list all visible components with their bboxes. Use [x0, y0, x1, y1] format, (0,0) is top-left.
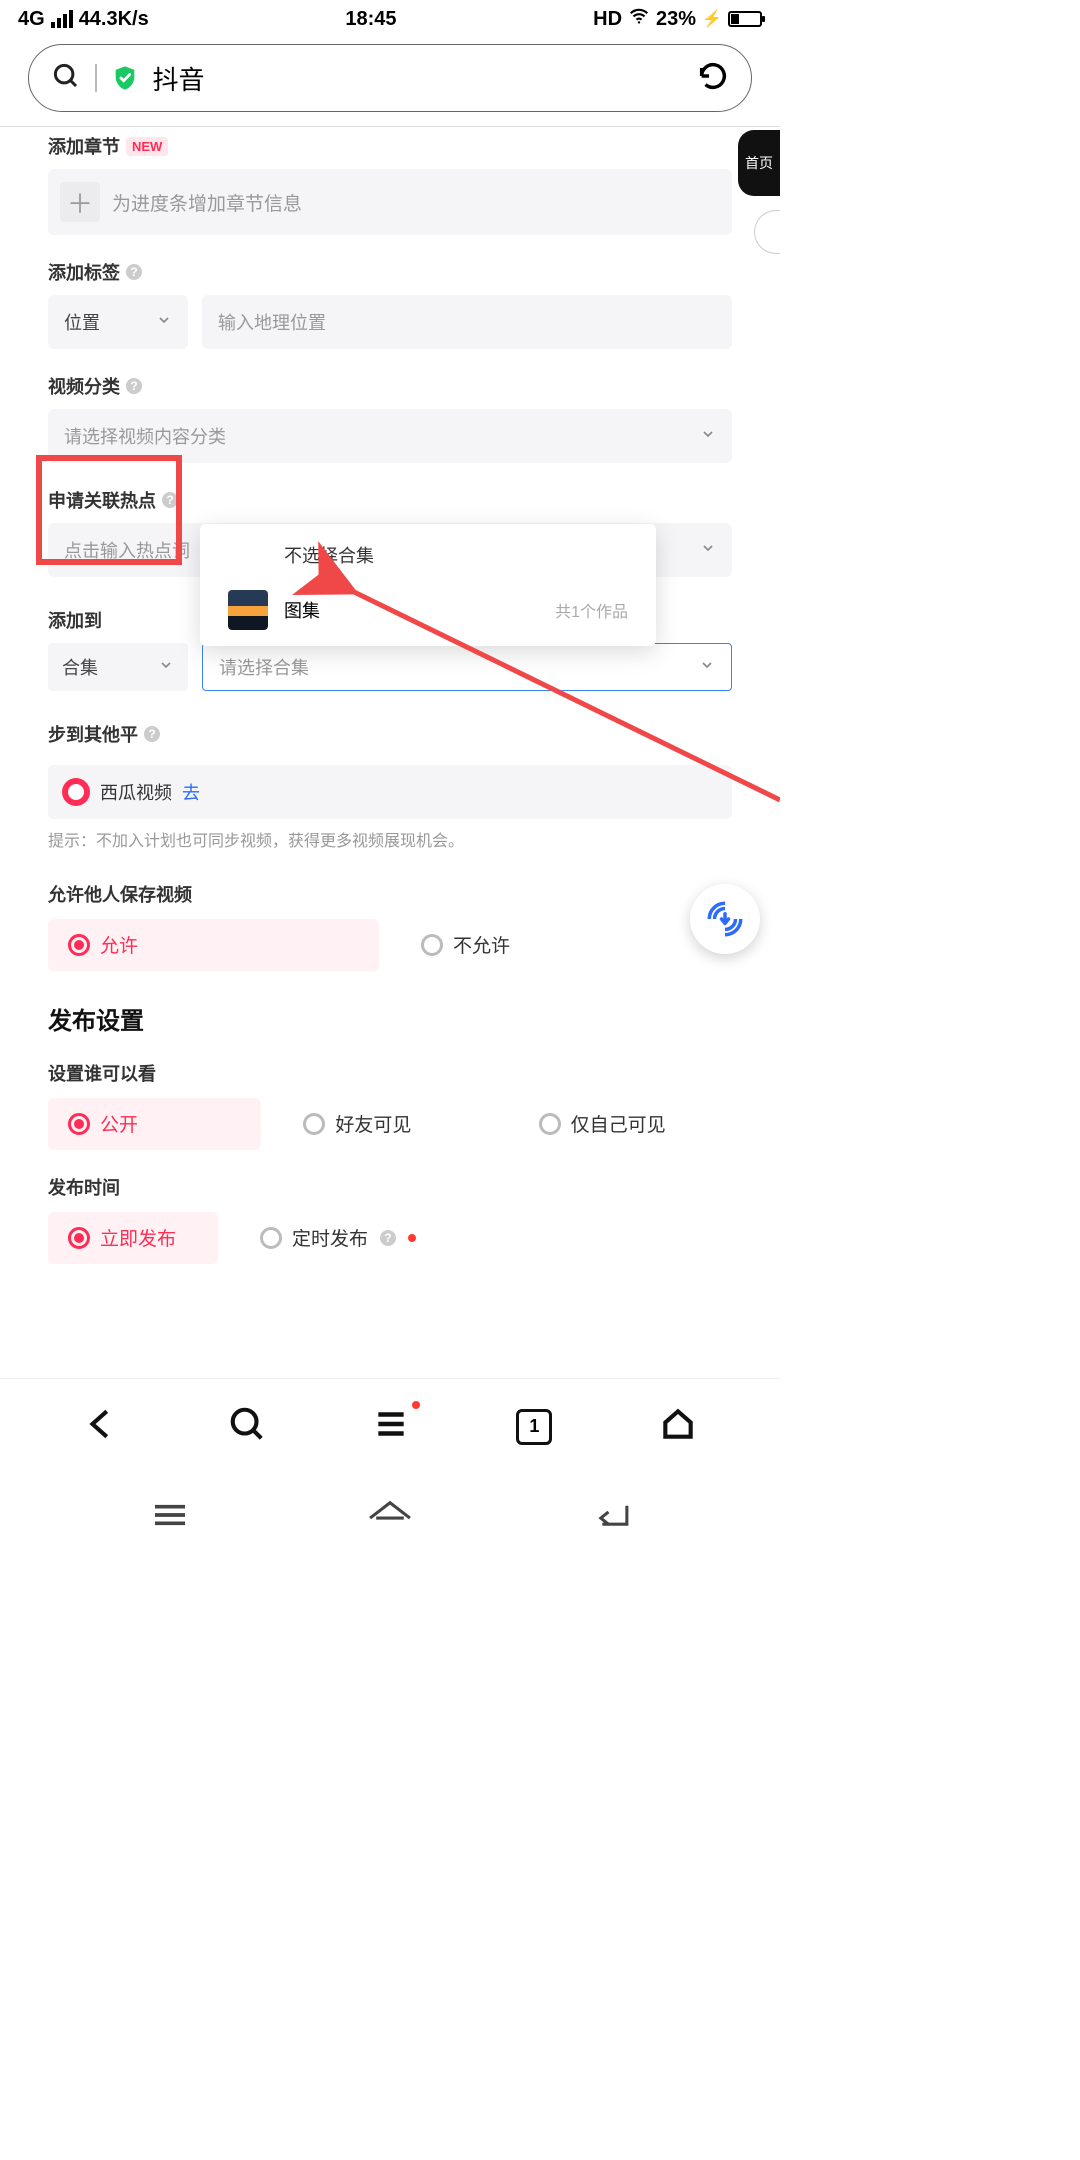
refresh-icon[interactable] [697, 60, 729, 97]
help-icon[interactable]: ? [162, 492, 178, 508]
sync-hint: 提示：不加入计划也可同步视频，获得更多视频展现机会。 [48, 829, 732, 855]
battery-pct: 23% [656, 8, 696, 31]
geo-input[interactable]: 输入地理位置 [202, 295, 732, 349]
search-button[interactable] [228, 1405, 266, 1448]
red-dot-icon [412, 1401, 420, 1409]
publish-now[interactable]: 立即发布 [48, 1212, 218, 1264]
help-icon[interactable]: ? [126, 378, 142, 394]
browser-toolbar: 1 [0, 1378, 780, 1474]
collection-dropdown[interactable]: 不选择合集 图集 共1个作品 [200, 524, 656, 646]
category-label: 视频分类 ? [48, 373, 732, 399]
search-icon [51, 61, 81, 96]
radio-icon [260, 1227, 282, 1249]
divider [95, 64, 97, 92]
new-badge: NEW [126, 137, 168, 156]
system-nav-bar [0, 1474, 780, 1560]
chapter-section-label: 添加章节 NEW [48, 133, 732, 159]
category-select[interactable]: 请选择视频内容分类 [48, 409, 732, 463]
publish-settings-title: 发布设置 [48, 1001, 732, 1036]
xigua-sync-row[interactable]: 西瓜视频 去 [48, 765, 732, 819]
allow-save-option[interactable]: 允许 [48, 919, 379, 971]
chevron-down-icon [700, 540, 716, 561]
chapter-placeholder: 为进度条增加章节信息 [112, 189, 302, 216]
addto-type-select[interactable]: 合集 [48, 643, 188, 691]
xigua-icon [62, 778, 90, 806]
plus-icon: ＋ [60, 182, 100, 222]
floating-cast-button[interactable] [690, 884, 760, 954]
recent-apps-button[interactable] [147, 1495, 193, 1540]
status-bar: 4G 44.3K/s 18:45 HD 23% ⚡ [0, 0, 780, 38]
tabs-button[interactable]: 1 [516, 1409, 552, 1445]
visibility-label: 设置谁可以看 [48, 1060, 732, 1086]
visibility-public[interactable]: 公开 [48, 1098, 261, 1150]
help-icon[interactable]: ? [126, 264, 142, 280]
shield-check-icon [111, 64, 139, 92]
collection-select[interactable]: 请选择合集 [202, 643, 732, 691]
dropdown-collection-item[interactable]: 图集 共1个作品 [200, 580, 656, 640]
hd-label: HD [593, 8, 622, 31]
net-speed: 44.3K/s [79, 8, 149, 31]
help-icon[interactable]: ? [144, 726, 160, 742]
menu-button[interactable] [372, 1405, 410, 1448]
visibility-friends[interactable]: 好友可见 [283, 1098, 496, 1150]
clock: 18:45 [345, 8, 396, 31]
chevron-down-icon [699, 657, 715, 678]
radio-icon [303, 1113, 325, 1135]
back-button[interactable] [83, 1405, 121, 1448]
go-link[interactable]: 去 [182, 779, 200, 805]
network-label: 4G [18, 8, 45, 31]
radio-icon [539, 1113, 561, 1135]
radio-icon [68, 1227, 90, 1249]
red-dot-icon [408, 1234, 416, 1242]
chevron-down-icon [158, 657, 174, 678]
back-system-button[interactable] [587, 1495, 633, 1540]
tag-type-select[interactable]: 位置 [48, 295, 188, 349]
charging-icon: ⚡ [702, 9, 722, 29]
address-bar[interactable]: 抖音 [28, 44, 752, 112]
hotspot-label: 申请关联热点 ? [48, 487, 732, 513]
radio-icon [421, 934, 443, 956]
address-text: 抖音 [153, 60, 205, 97]
wifi-icon [628, 5, 650, 33]
save-label: 允许他人保存视频 [48, 881, 732, 907]
visibility-self[interactable]: 仅自己可见 [519, 1098, 732, 1150]
chevron-down-icon [156, 312, 172, 333]
publish-time-label: 发布时间 [48, 1174, 732, 1200]
tags-label: 添加标签 ? [48, 259, 732, 285]
side-home-button[interactable]: 首页 [738, 130, 780, 196]
header-divider [0, 126, 780, 127]
help-icon[interactable]: ? [380, 1230, 396, 1246]
home-system-button[interactable] [367, 1495, 413, 1540]
radio-icon [68, 1113, 90, 1135]
battery-icon [728, 11, 762, 27]
add-chapter-input[interactable]: ＋ 为进度条增加章节信息 [48, 169, 732, 235]
publish-scheduled[interactable]: 定时发布? [240, 1212, 436, 1264]
deny-save-option[interactable]: 不允许 [401, 919, 732, 971]
dropdown-none-option[interactable]: 不选择合集 [200, 532, 656, 580]
home-button[interactable] [659, 1405, 697, 1448]
chevron-down-icon [700, 426, 716, 447]
radio-icon [68, 934, 90, 956]
signal-icon [51, 10, 73, 28]
collection-thumbnail [228, 590, 268, 630]
sync-label: 步到其他平 ? [48, 721, 732, 747]
